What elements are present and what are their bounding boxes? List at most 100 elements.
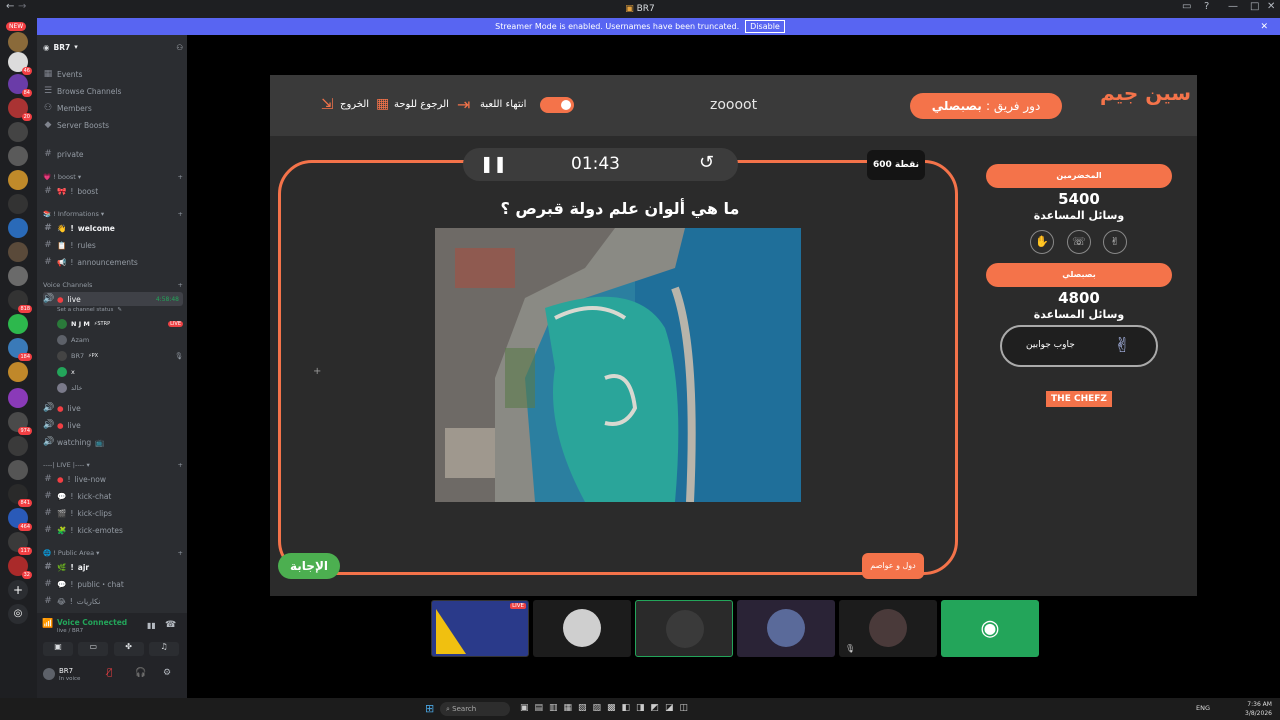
camera-off-icon[interactable]: ▣ <box>43 642 73 656</box>
stream-tile-speaking[interactable] <box>635 600 733 657</box>
pause-icon[interactable]: ❚❚ <box>480 154 507 173</box>
voice-user[interactable]: خالد <box>57 381 183 395</box>
add-server-icon[interactable]: + <box>8 580 28 600</box>
channel-ajr[interactable]: # 🌿! ajr <box>43 560 183 574</box>
server-icon[interactable] <box>8 122 28 142</box>
server-icon[interactable]: 84 <box>8 74 32 97</box>
server-icon[interactable] <box>8 218 28 238</box>
add-channel-icon[interactable]: + <box>178 461 183 469</box>
server-icon[interactable] <box>8 32 28 52</box>
activities-icon[interactable]: ✤ <box>113 642 144 656</box>
server-icon[interactable] <box>8 146 28 166</box>
helper-double-answer-button[interactable]: جاوب جوابين ✌ <box>1000 325 1158 367</box>
disable-button[interactable]: Disable <box>745 20 785 33</box>
back-to-board-label[interactable]: الرجوع للوحة <box>394 99 449 110</box>
disconnect-icon[interactable]: ☎ <box>165 620 176 630</box>
mic-muted-icon[interactable]: 🎙̸ <box>107 668 112 678</box>
channel-live-now[interactable]: # ●! live-now <box>43 472 183 486</box>
maximize-icon[interactable]: □ <box>1250 1 1259 12</box>
channel-boost[interactable]: # 🎀! boost <box>43 184 183 198</box>
server-icon[interactable]: 32 <box>8 556 32 579</box>
clock[interactable]: 7:36 AM 3/8/2026 <box>1245 700 1272 718</box>
voice-user[interactable]: Azam <box>57 333 183 347</box>
server-icon[interactable] <box>8 266 28 286</box>
server-icon[interactable] <box>8 170 28 190</box>
server-header[interactable]: ◉ BR7 ▾ ⚇ <box>43 40 183 54</box>
channel-last[interactable]: # 😂! نكاريات <box>43 594 183 608</box>
menu-server-boosts[interactable]: ◆ Server Boosts <box>43 118 183 132</box>
channel-welcome[interactable]: # 👋! welcome <box>43 221 183 235</box>
server-icon[interactable]: 974 <box>8 412 32 435</box>
discord-logo-icon[interactable]: ◉ <box>941 600 1039 657</box>
settings-icon[interactable]: ⚙ <box>163 668 171 678</box>
server-icon[interactable]: 464 <box>8 508 32 531</box>
hand-icon[interactable]: ✋ <box>1030 230 1054 254</box>
server-icon[interactable]: 20 <box>8 98 32 121</box>
category-boost[interactable]: 💗 ! boost ▾ + <box>43 173 183 181</box>
invite-icon[interactable]: ⚇ <box>176 43 183 52</box>
answer-button[interactable]: الإجابة <box>278 553 340 579</box>
server-icon[interactable]: 46 <box>8 52 32 75</box>
server-icon[interactable] <box>8 388 28 408</box>
server-icon[interactable] <box>8 460 28 480</box>
server-icon[interactable] <box>8 362 28 382</box>
end-game-toggle[interactable] <box>540 97 574 113</box>
server-icon[interactable]: 841 <box>8 484 32 507</box>
reset-timer-icon[interactable]: ↺ <box>699 152 714 173</box>
server-icon[interactable] <box>8 314 28 334</box>
voice-user[interactable]: x <box>57 365 183 379</box>
channel-private[interactable]: # private <box>43 147 183 161</box>
language-indicator[interactable]: ENG <box>1196 704 1210 712</box>
server-icon[interactable]: 184 <box>8 338 32 361</box>
menu-members[interactable]: ⚇ Members <box>43 101 183 115</box>
menu-browse-channels[interactable]: ☰ Browse Channels <box>43 84 183 98</box>
voice-user[interactable]: BR7 ⚡PX 🎙 <box>57 349 183 363</box>
channel-status[interactable]: Set a channel status ✎ <box>57 303 197 317</box>
channel-kick-chat[interactable]: # 💬! kick-chat <box>43 489 183 503</box>
banner-close-icon[interactable]: ✕ <box>1260 22 1268 32</box>
server-icon[interactable]: 818 <box>8 290 32 313</box>
minimize-icon[interactable]: — <box>1228 1 1238 12</box>
channel-public-chat[interactable]: # 💬! public・chat <box>43 577 183 591</box>
call-icon[interactable]: ☏ <box>1067 230 1091 254</box>
pinned-apps-icons[interactable]: ▣▤▥▦▧▨▩◧◨◩◪◫ <box>520 703 694 713</box>
category-informations[interactable]: 📚 ! Informations ▾ + <box>43 210 183 218</box>
help-icon[interactable]: ? <box>1204 1 1209 12</box>
channel-announcements[interactable]: # 📢! announcements <box>43 255 183 269</box>
server-icon[interactable] <box>8 194 28 214</box>
server-icon[interactable] <box>8 436 28 456</box>
server-icon[interactable] <box>8 242 28 262</box>
exit-label[interactable]: الخروج <box>340 99 369 110</box>
stream-tile[interactable]: 🎙 <box>839 600 937 657</box>
menu-events[interactable]: ▦ Events <box>43 67 183 81</box>
voice-channel-watching[interactable]: 🔊 watching 📺 <box>43 435 183 449</box>
screen-share-icon[interactable]: ▭ <box>78 642 109 656</box>
add-channel-icon[interactable]: + <box>178 210 183 218</box>
end-game-label[interactable]: انتهاء اللعبة <box>480 99 526 110</box>
close-icon[interactable]: ✕ <box>1267 1 1275 12</box>
category-live[interactable]: ----| LIVE |---- ▾ + <box>43 461 183 469</box>
headphones-icon[interactable]: 🎧 <box>135 668 146 678</box>
category-public-area[interactable]: 🌐 ! Public Area ▾ + <box>43 549 183 557</box>
add-channel-icon[interactable]: + <box>178 173 183 181</box>
channel-rules[interactable]: # 📋! rules <box>43 238 183 252</box>
discover-icon[interactable]: ◎ <box>8 604 28 624</box>
inbox-icon[interactable]: ▭ <box>1182 1 1191 12</box>
stream-tile[interactable] <box>737 600 835 657</box>
start-icon[interactable]: ⊞ <box>425 702 434 715</box>
add-channel-icon[interactable]: + <box>178 549 183 557</box>
server-icon[interactable]: 117 <box>8 532 32 555</box>
add-channel-icon[interactable]: + <box>178 281 183 289</box>
taskbar-search[interactable]: ⌕ Search <box>440 702 510 716</box>
avatar[interactable] <box>43 668 55 680</box>
voice-channel-live-2[interactable]: 🔊 ● live <box>43 401 183 415</box>
stream-tile[interactable] <box>533 600 631 657</box>
voice-channel-live-3[interactable]: 🔊 ● live <box>43 418 183 432</box>
category-voice[interactable]: Voice Channels + <box>43 281 183 289</box>
double-answer-icon[interactable]: ✌ <box>1103 230 1127 254</box>
channel-kick-clips[interactable]: # 🎬! kick-clips <box>43 506 183 520</box>
soundboard-icon[interactable]: ♫ <box>148 642 179 656</box>
voice-user[interactable]: N J M ⚡STRP LIVE <box>57 317 183 331</box>
channel-kick-emotes[interactable]: # 🧩! kick-emotes <box>43 523 183 537</box>
stream-tile-live[interactable]: LIVE <box>431 600 529 657</box>
